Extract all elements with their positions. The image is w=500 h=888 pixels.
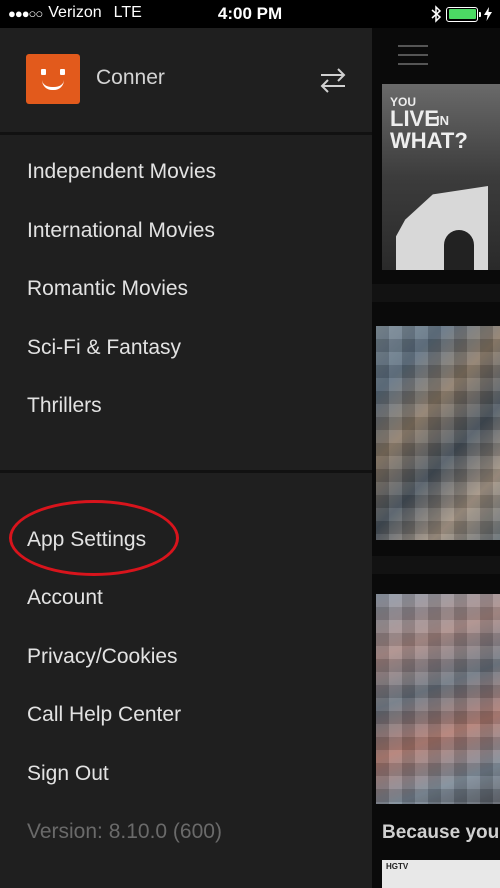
poster-artwork [396, 186, 488, 270]
menu-item-romantic-movies[interactable]: Romantic Movies [27, 277, 188, 301]
profile-avatar[interactable] [26, 54, 80, 104]
poster-text: LIVE [390, 106, 439, 131]
highlight-circle [9, 500, 179, 576]
status-time: 4:00 PM [217, 4, 283, 23]
status-right [430, 5, 492, 23]
side-drawer: Conner Independent Movies International … [0, 28, 372, 888]
profile-name[interactable]: Conner [96, 66, 165, 90]
status-bar: ●●●○○ Verizon LTE 4:00 PM [0, 0, 500, 28]
profile-row[interactable]: Conner [0, 28, 372, 132]
menu-item-sci-fi-fantasy[interactable]: Sci-Fi & Fantasy [27, 336, 181, 360]
home-feed: YOU LIVE IN WHAT? Because you HGTV [372, 28, 500, 888]
menu-item-privacy-cookies[interactable]: Privacy/Cookies [27, 645, 178, 669]
menu-item-independent-movies[interactable]: Independent Movies [27, 160, 216, 184]
poster-text: IN [436, 113, 449, 128]
menu-item-call-help-center[interactable]: Call Help Center [27, 703, 181, 727]
row-title: Because you [382, 822, 500, 843]
divider [0, 132, 372, 135]
menu-item-international-movies[interactable]: International Movies [27, 219, 215, 243]
menu-item-thrillers[interactable]: Thrillers [27, 394, 102, 418]
divider [0, 470, 372, 473]
swap-arrows-icon[interactable] [318, 66, 348, 94]
menu-icon[interactable] [398, 45, 428, 67]
charging-bolt-icon [484, 7, 492, 21]
title-poster[interactable]: YOU LIVE IN WHAT? [382, 84, 500, 270]
title-thumbnail[interactable]: HGTV [382, 860, 500, 888]
thumb-brand: HGTV [386, 862, 409, 871]
blurred-title-tile[interactable] [376, 594, 500, 804]
app-version: Version: 8.10.0 (600) [27, 820, 222, 843]
menu-item-account[interactable]: Account [27, 586, 103, 610]
bluetooth-icon [431, 5, 442, 23]
menu-item-sign-out[interactable]: Sign Out [27, 762, 109, 786]
battery-icon [446, 6, 481, 22]
blurred-title-tile[interactable] [376, 326, 500, 540]
poster-text: WHAT? [390, 128, 468, 153]
